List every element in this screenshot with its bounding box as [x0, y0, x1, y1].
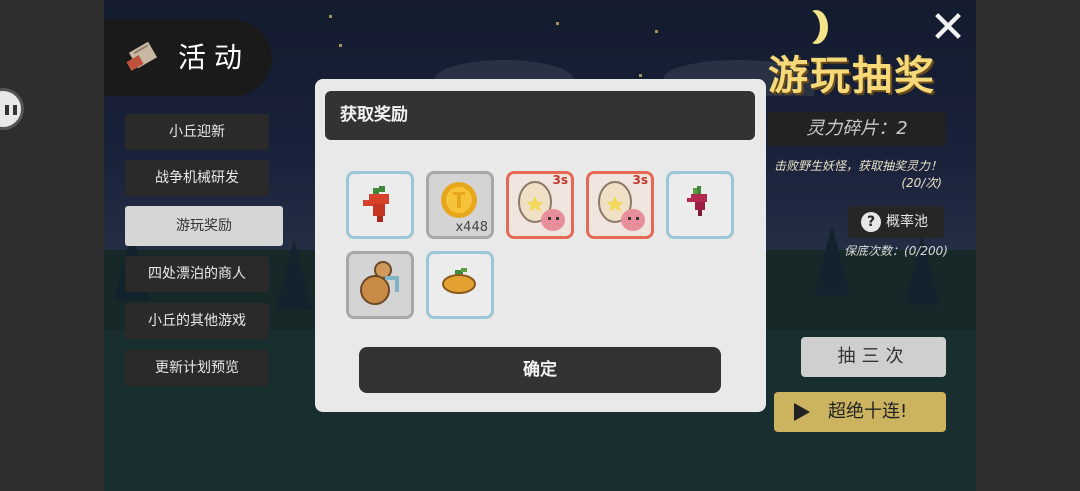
activity-header: 活动 [104, 20, 272, 96]
reward-slot[interactable]: x448 [426, 171, 494, 239]
reward-slot[interactable] [346, 251, 414, 319]
menu-item-other-games[interactable]: 小丘的其他游戏 [125, 303, 269, 339]
probability-pool-label: 概率池 [886, 214, 928, 230]
confirm-button[interactable]: 确定 [359, 347, 721, 393]
menu-item-play-reward[interactable]: 游玩奖励 [125, 206, 283, 246]
reward-modal: 获取奖励 x448 3s 3s 确定 [315, 79, 766, 412]
menu-item-merchant[interactable]: 四处漂泊的商人 [125, 256, 269, 292]
right-letterbox [976, 0, 1080, 491]
reward-slot[interactable] [426, 251, 494, 319]
close-button[interactable]: ✕ [928, 6, 968, 50]
beet-icon [687, 186, 707, 216]
lottery-hint: 击败野生妖怪，获取抽奖灵力！ (20/次) [760, 158, 942, 192]
guarantee-count: 保底次数：(0/200) [844, 244, 948, 258]
orange-fruit-icon [442, 268, 476, 294]
probability-pool-button[interactable]: ? 概率池 [848, 206, 944, 238]
moon-icon [796, 10, 820, 44]
activity-title: 活动 [178, 41, 251, 74]
red-pepper-icon [363, 186, 389, 222]
lottery-title: 游玩抽奖 [768, 53, 936, 99]
reward-slot[interactable] [666, 171, 734, 239]
hint-line-2: (20/次) [901, 176, 942, 190]
hint-line-1: 击败野生妖怪，获取抽奖灵力！ [773, 159, 942, 173]
modal-title: 获取奖励 [325, 91, 755, 140]
left-letterbox [0, 0, 104, 491]
egg-timer: 3s [552, 173, 569, 187]
coin-quantity: x448 [455, 220, 488, 235]
draw-ten-label: 超绝十连! [828, 401, 908, 422]
menu-item-welcome[interactable]: 小丘迎新 [125, 114, 269, 150]
menu-item-update-preview[interactable]: 更新计划预览 [125, 350, 269, 386]
menu-item-war-machine[interactable]: 战争机械研发 [125, 160, 269, 196]
reward-slot[interactable] [346, 171, 414, 239]
play-icon [794, 403, 810, 421]
game-screen: 活动 小丘迎新 战争机械研发 游玩奖励 四处漂泊的商人 小丘的其他游戏 更新计划… [0, 0, 1080, 491]
draw-ten-button[interactable]: 超绝十连! [774, 392, 946, 432]
question-icon: ? [861, 212, 881, 232]
gourd-icon [360, 261, 399, 305]
reward-slot[interactable]: 3s [506, 171, 574, 239]
scroll-icon [126, 42, 158, 71]
draw-three-button[interactable]: 抽三次 [801, 337, 946, 377]
egg-timer: 3s [632, 173, 649, 187]
fragment-count: 灵力碎片：2 [768, 112, 946, 146]
reward-slot[interactable]: 3s [586, 171, 654, 239]
